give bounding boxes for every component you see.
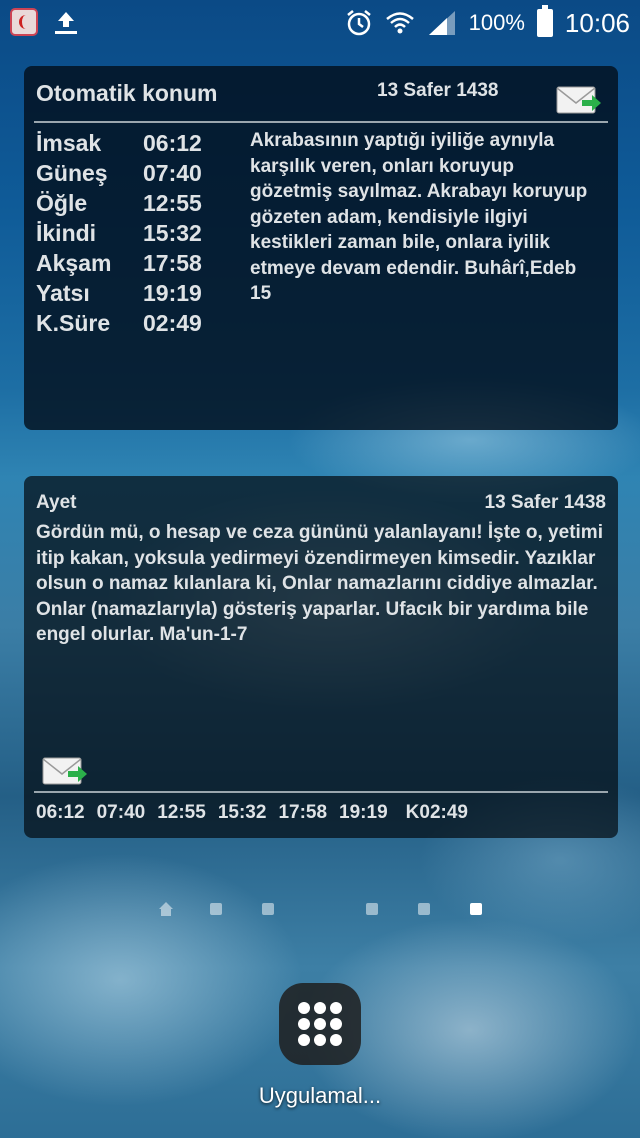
separator bbox=[34, 791, 608, 793]
prayer-time-row: K.Süre 02:49 bbox=[36, 308, 226, 338]
ayet-text: Gördün mü, o hesap ve ceza gününü yalanl… bbox=[36, 522, 603, 645]
prayer-time: 12:55 bbox=[143, 189, 202, 216]
clock: 10:06 bbox=[564, 7, 630, 38]
compact-time: K02:49 bbox=[405, 802, 468, 823]
apps-label[interactable]: Uygulamal... bbox=[220, 1083, 420, 1109]
compact-times-row: 06:12 07:40 12:55 15:32 17:58 19:19 K02:… bbox=[36, 802, 480, 824]
page-indicator[interactable] bbox=[0, 900, 640, 920]
prayer-time-row: Akşam 17:58 bbox=[36, 248, 226, 278]
app-notification-icon bbox=[10, 8, 38, 36]
battery-percentage: 100% bbox=[468, 10, 525, 35]
ayet-widget[interactable]: Ayet 13 Safer 1438 Gördün mü, o hesap ve… bbox=[24, 476, 618, 838]
prayer-name: K.Süre bbox=[36, 309, 111, 336]
status-bar: 100% 10:06 bbox=[0, 0, 640, 46]
mail-share-icon[interactable] bbox=[42, 754, 88, 788]
page-dot[interactable] bbox=[418, 903, 430, 915]
prayer-times-list: İmsak 06:12 Güneş 07:40 Öğle 12:55 İkind… bbox=[36, 128, 226, 338]
prayer-time-row: Yatsı 19:19 bbox=[36, 278, 226, 308]
compact-time: 19:19 bbox=[339, 802, 388, 823]
home-page-icon[interactable] bbox=[158, 901, 174, 917]
prayer-name: Akşam bbox=[36, 249, 112, 276]
prayer-name: Öğle bbox=[36, 189, 88, 216]
compact-time: 12:55 bbox=[157, 802, 206, 823]
separator bbox=[34, 121, 608, 123]
hijri-date: 13 Safer 1438 bbox=[377, 80, 499, 101]
hijri-date: 13 Safer 1438 bbox=[484, 492, 607, 513]
compact-time: 17:58 bbox=[278, 802, 328, 823]
signal-icon bbox=[428, 11, 455, 35]
page-dot-active[interactable] bbox=[470, 903, 482, 915]
page-dot[interactable] bbox=[210, 903, 222, 915]
apps-grid-icon bbox=[298, 1002, 342, 1046]
prayer-name: İkindi bbox=[36, 219, 97, 246]
prayer-name: Yatsı bbox=[36, 279, 90, 306]
prayer-time: 17:58 bbox=[143, 249, 202, 276]
compact-time: 07:40 bbox=[96, 802, 146, 823]
battery-icon bbox=[536, 5, 553, 37]
mail-share-icon[interactable] bbox=[556, 83, 602, 117]
prayer-time: 07:40 bbox=[143, 159, 202, 186]
location-label: Otomatik konum bbox=[36, 80, 218, 106]
page-dot[interactable] bbox=[366, 903, 378, 915]
alarm-icon bbox=[346, 10, 371, 36]
prayer-time: 06:12 bbox=[143, 129, 202, 156]
page-dot[interactable] bbox=[262, 903, 274, 915]
prayer-time: 19:19 bbox=[143, 279, 202, 306]
compact-time: 06:12 bbox=[36, 802, 85, 823]
prayer-name: Güneş bbox=[36, 159, 108, 186]
prayer-times-widget[interactable]: Otomatik konum 13 Safer 1438 İmsak 06:12… bbox=[24, 66, 618, 430]
prayer-name: İmsak bbox=[36, 129, 102, 156]
prayer-time: 02:49 bbox=[143, 309, 202, 336]
prayer-time: 15:32 bbox=[143, 219, 202, 246]
apps-button[interactable] bbox=[279, 983, 361, 1065]
prayer-time-row: İkindi 15:32 bbox=[36, 218, 226, 248]
hadith-text: Akrabasının yaptığı iyiliğe aynıyla karş… bbox=[250, 130, 588, 304]
prayer-time-row: Güneş 07:40 bbox=[36, 158, 226, 188]
prayer-time-row: Öğle 12:55 bbox=[36, 188, 226, 218]
upload-icon bbox=[55, 12, 77, 34]
prayer-time-row: İmsak 06:12 bbox=[36, 128, 226, 158]
wifi-icon bbox=[385, 12, 414, 34]
ayet-title: Ayet bbox=[36, 492, 77, 513]
compact-time: 15:32 bbox=[217, 802, 267, 823]
